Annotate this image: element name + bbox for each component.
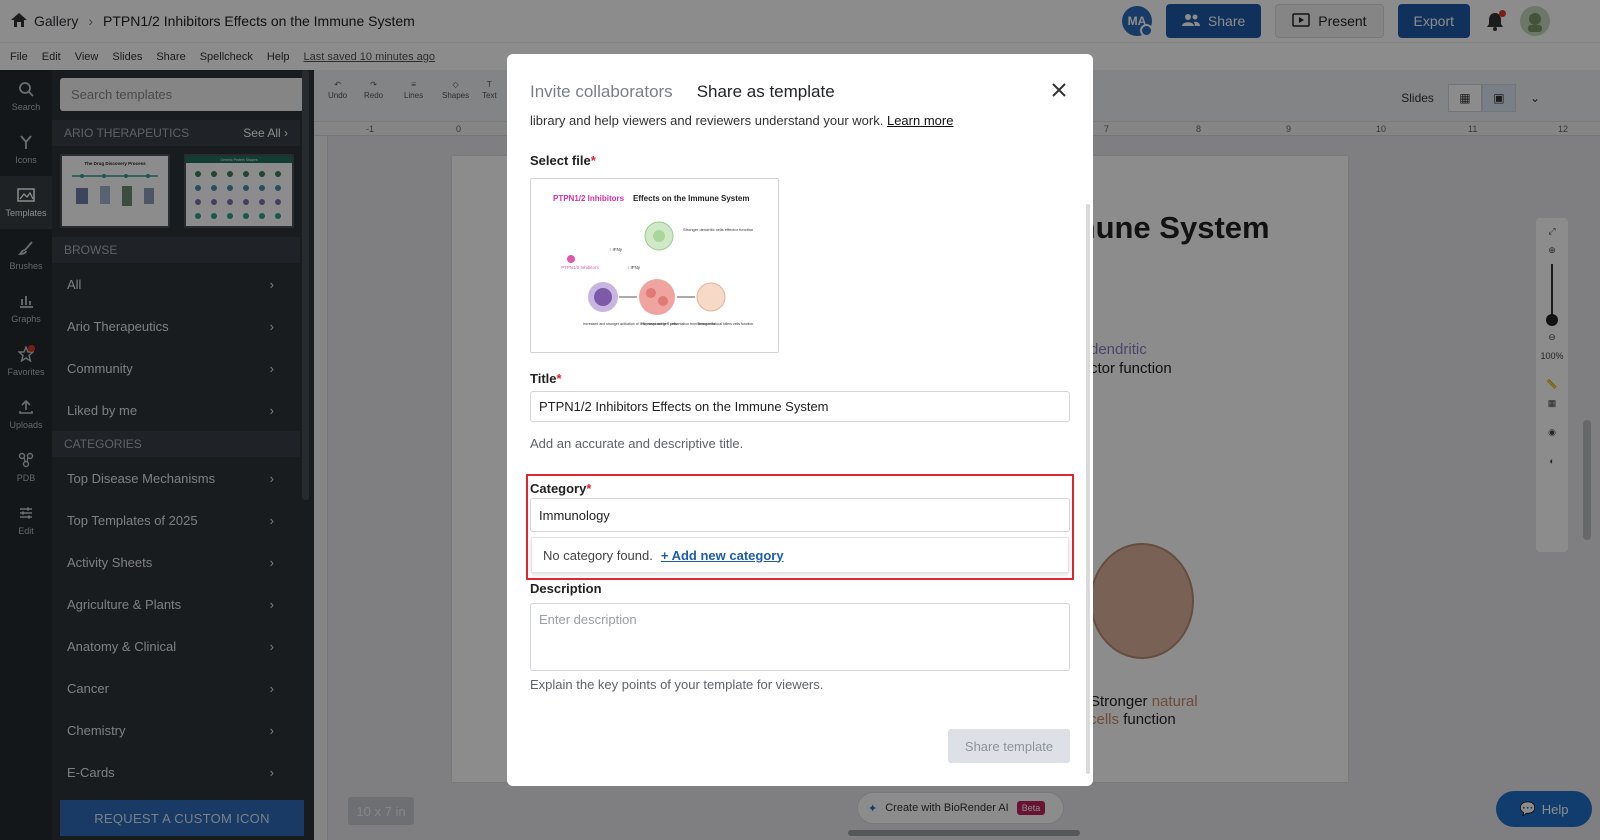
label-text: Select file <box>530 153 591 168</box>
tab-share-as-template[interactable]: Share as template <box>697 82 835 102</box>
label-text: Title <box>530 371 557 386</box>
title-input[interactable]: PTPN1/2 Inhibitors Effects on the Immune… <box>530 391 1070 422</box>
preview-title-pink: PTPN1/2 Inhibitors <box>553 194 625 203</box>
preview-ifn-label-2: ↑ IFNγ <box>627 265 641 270</box>
required-asterisk: * <box>556 371 562 386</box>
share-template-dialog: Invite collaborators Share as template l… <box>507 54 1093 786</box>
add-new-category-link[interactable]: + Add new category <box>661 548 784 563</box>
close-icon[interactable] <box>1049 80 1069 100</box>
required-asterisk: * <box>590 153 596 168</box>
tab-invite-collaborators[interactable]: Invite collaborators <box>530 82 673 102</box>
preview-inhibitors-label: PTPN1/2 Inhibitors <box>561 265 600 270</box>
label-text: Category <box>530 481 587 496</box>
file-preview-thumbnail[interactable]: PTPN1/2 Inhibitors Effects on the Immune… <box>530 178 779 353</box>
category-input[interactable]: Immunology <box>530 498 1070 532</box>
share-template-button[interactable]: Share template <box>948 729 1070 763</box>
dialog-intro: library and help viewers and reviewers u… <box>530 113 953 128</box>
dialog-tabs: Invite collaborators Share as template <box>530 82 835 102</box>
required-asterisk: * <box>586 481 592 496</box>
title-label: Title* <box>530 371 562 386</box>
category-dropdown: No category found. + Add new category <box>531 537 1069 573</box>
preview-caption-3: Stronger natural killers cells function <box>697 322 753 326</box>
description-label: Description <box>530 581 602 596</box>
select-file-label: Select file* <box>530 153 596 168</box>
preview-ifn-label-1: ↑ IFNγ <box>609 247 623 252</box>
preview-title-rest: Effects on the Immune System <box>633 194 749 203</box>
title-hint: Add an accurate and descriptive title. <box>530 436 744 451</box>
intro-text: library and help viewers and reviewers u… <box>530 113 884 128</box>
description-hint: Explain the key points of your template … <box>530 677 824 692</box>
preview-dc-label: Stronger dendritic cells effector functi… <box>683 227 753 232</box>
no-category-text: No category found. <box>543 547 653 563</box>
learn-more-link[interactable]: Learn more <box>887 113 953 128</box>
category-label: Category* <box>530 481 591 496</box>
description-textarea[interactable]: Enter description <box>530 603 1070 671</box>
dialog-scrollbar[interactable] <box>1086 204 1090 774</box>
